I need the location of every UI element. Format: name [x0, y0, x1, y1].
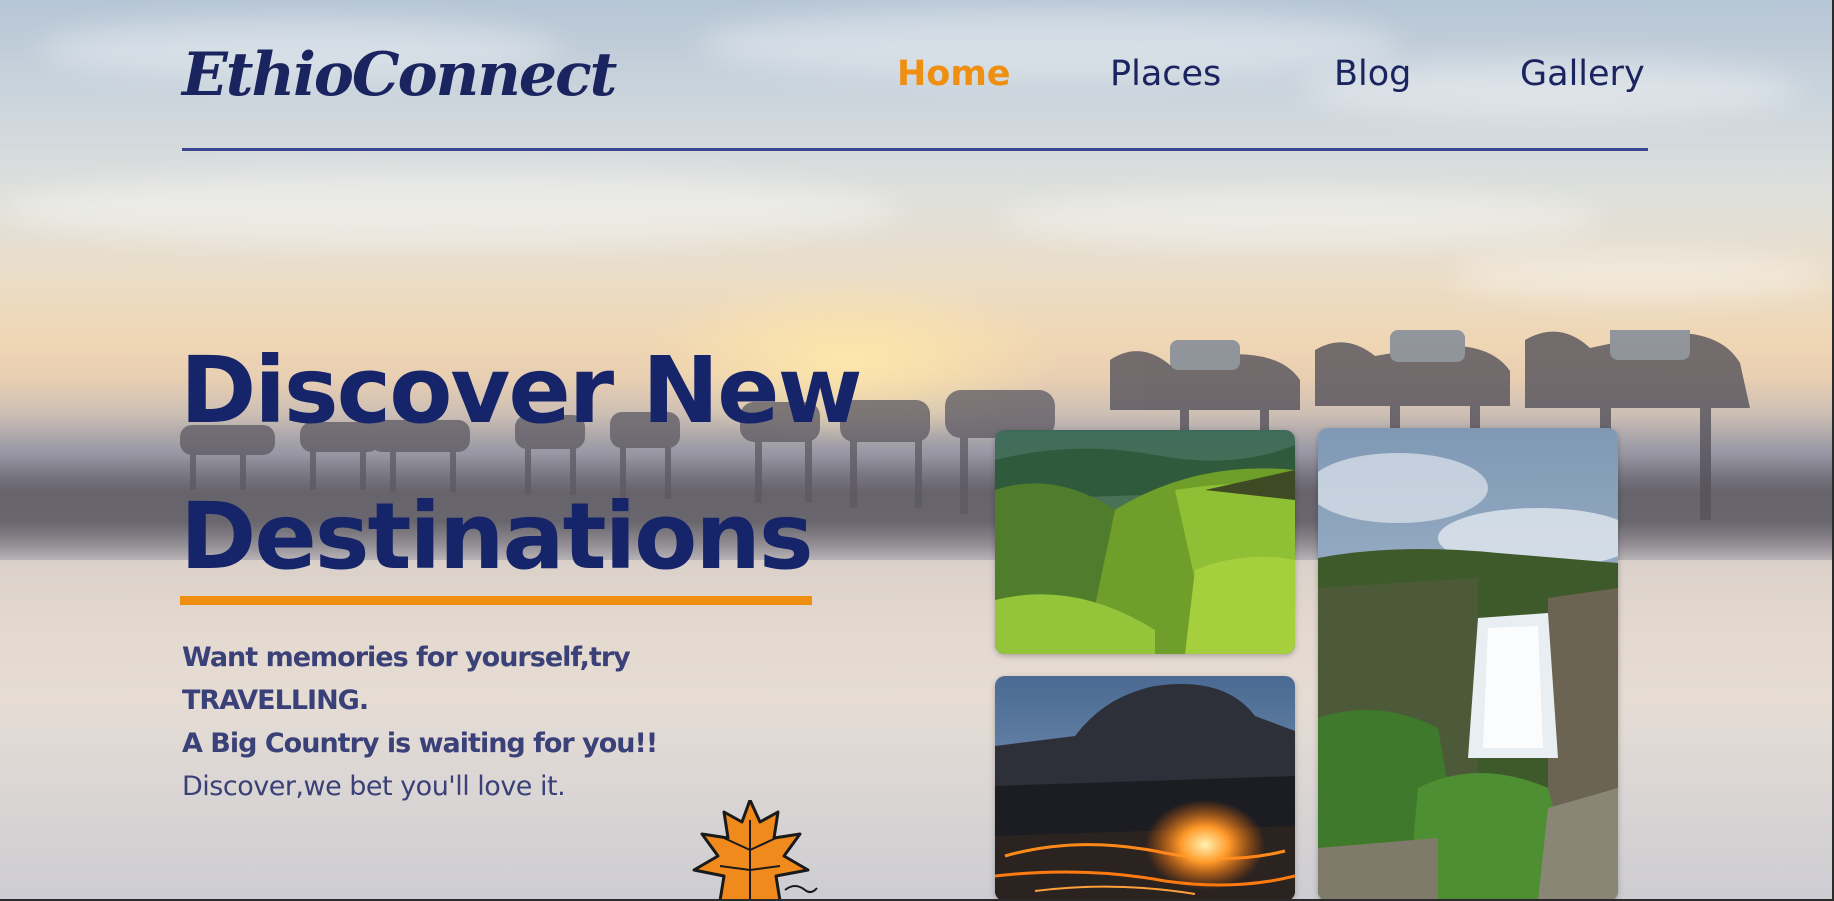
photo-card-waterfall[interactable] [1318, 428, 1618, 899]
tagline-line-3: A Big Country is waiting for you!! [182, 728, 658, 759]
headline-line-2: Destinations [180, 478, 814, 605]
nav-item-places[interactable]: Places [1110, 54, 1221, 94]
tagline-line-1: Want memories for yourself,try [182, 642, 631, 673]
tagline-line-2: TRAVELLING. [182, 685, 369, 716]
nav-item-home[interactable]: Home [897, 54, 1011, 94]
tagline-line-4: Discover,we bet you'll love it. [182, 771, 566, 802]
photo-card-lava-lake[interactable] [995, 676, 1295, 899]
nav-divider [182, 148, 1648, 151]
nav-item-gallery[interactable]: Gallery [1520, 54, 1645, 94]
hero-headline: Discover New Destinations [180, 318, 863, 610]
headline-line-1: Discover New [180, 337, 863, 444]
maple-leaf-icon [690, 798, 820, 899]
photo-card-highlands[interactable] [995, 430, 1295, 654]
top-navigation: EthioConnect Home Places Blog Gallery [182, 30, 1648, 151]
nav-item-blog[interactable]: Blog [1334, 54, 1411, 94]
nav-links: Home Places Blog Gallery [182, 54, 1648, 104]
page-viewport: EthioConnect Home Places Blog Gallery Di… [0, 0, 1834, 901]
hero-tagline: Want memories for yourself,try TRAVELLIN… [182, 636, 742, 808]
